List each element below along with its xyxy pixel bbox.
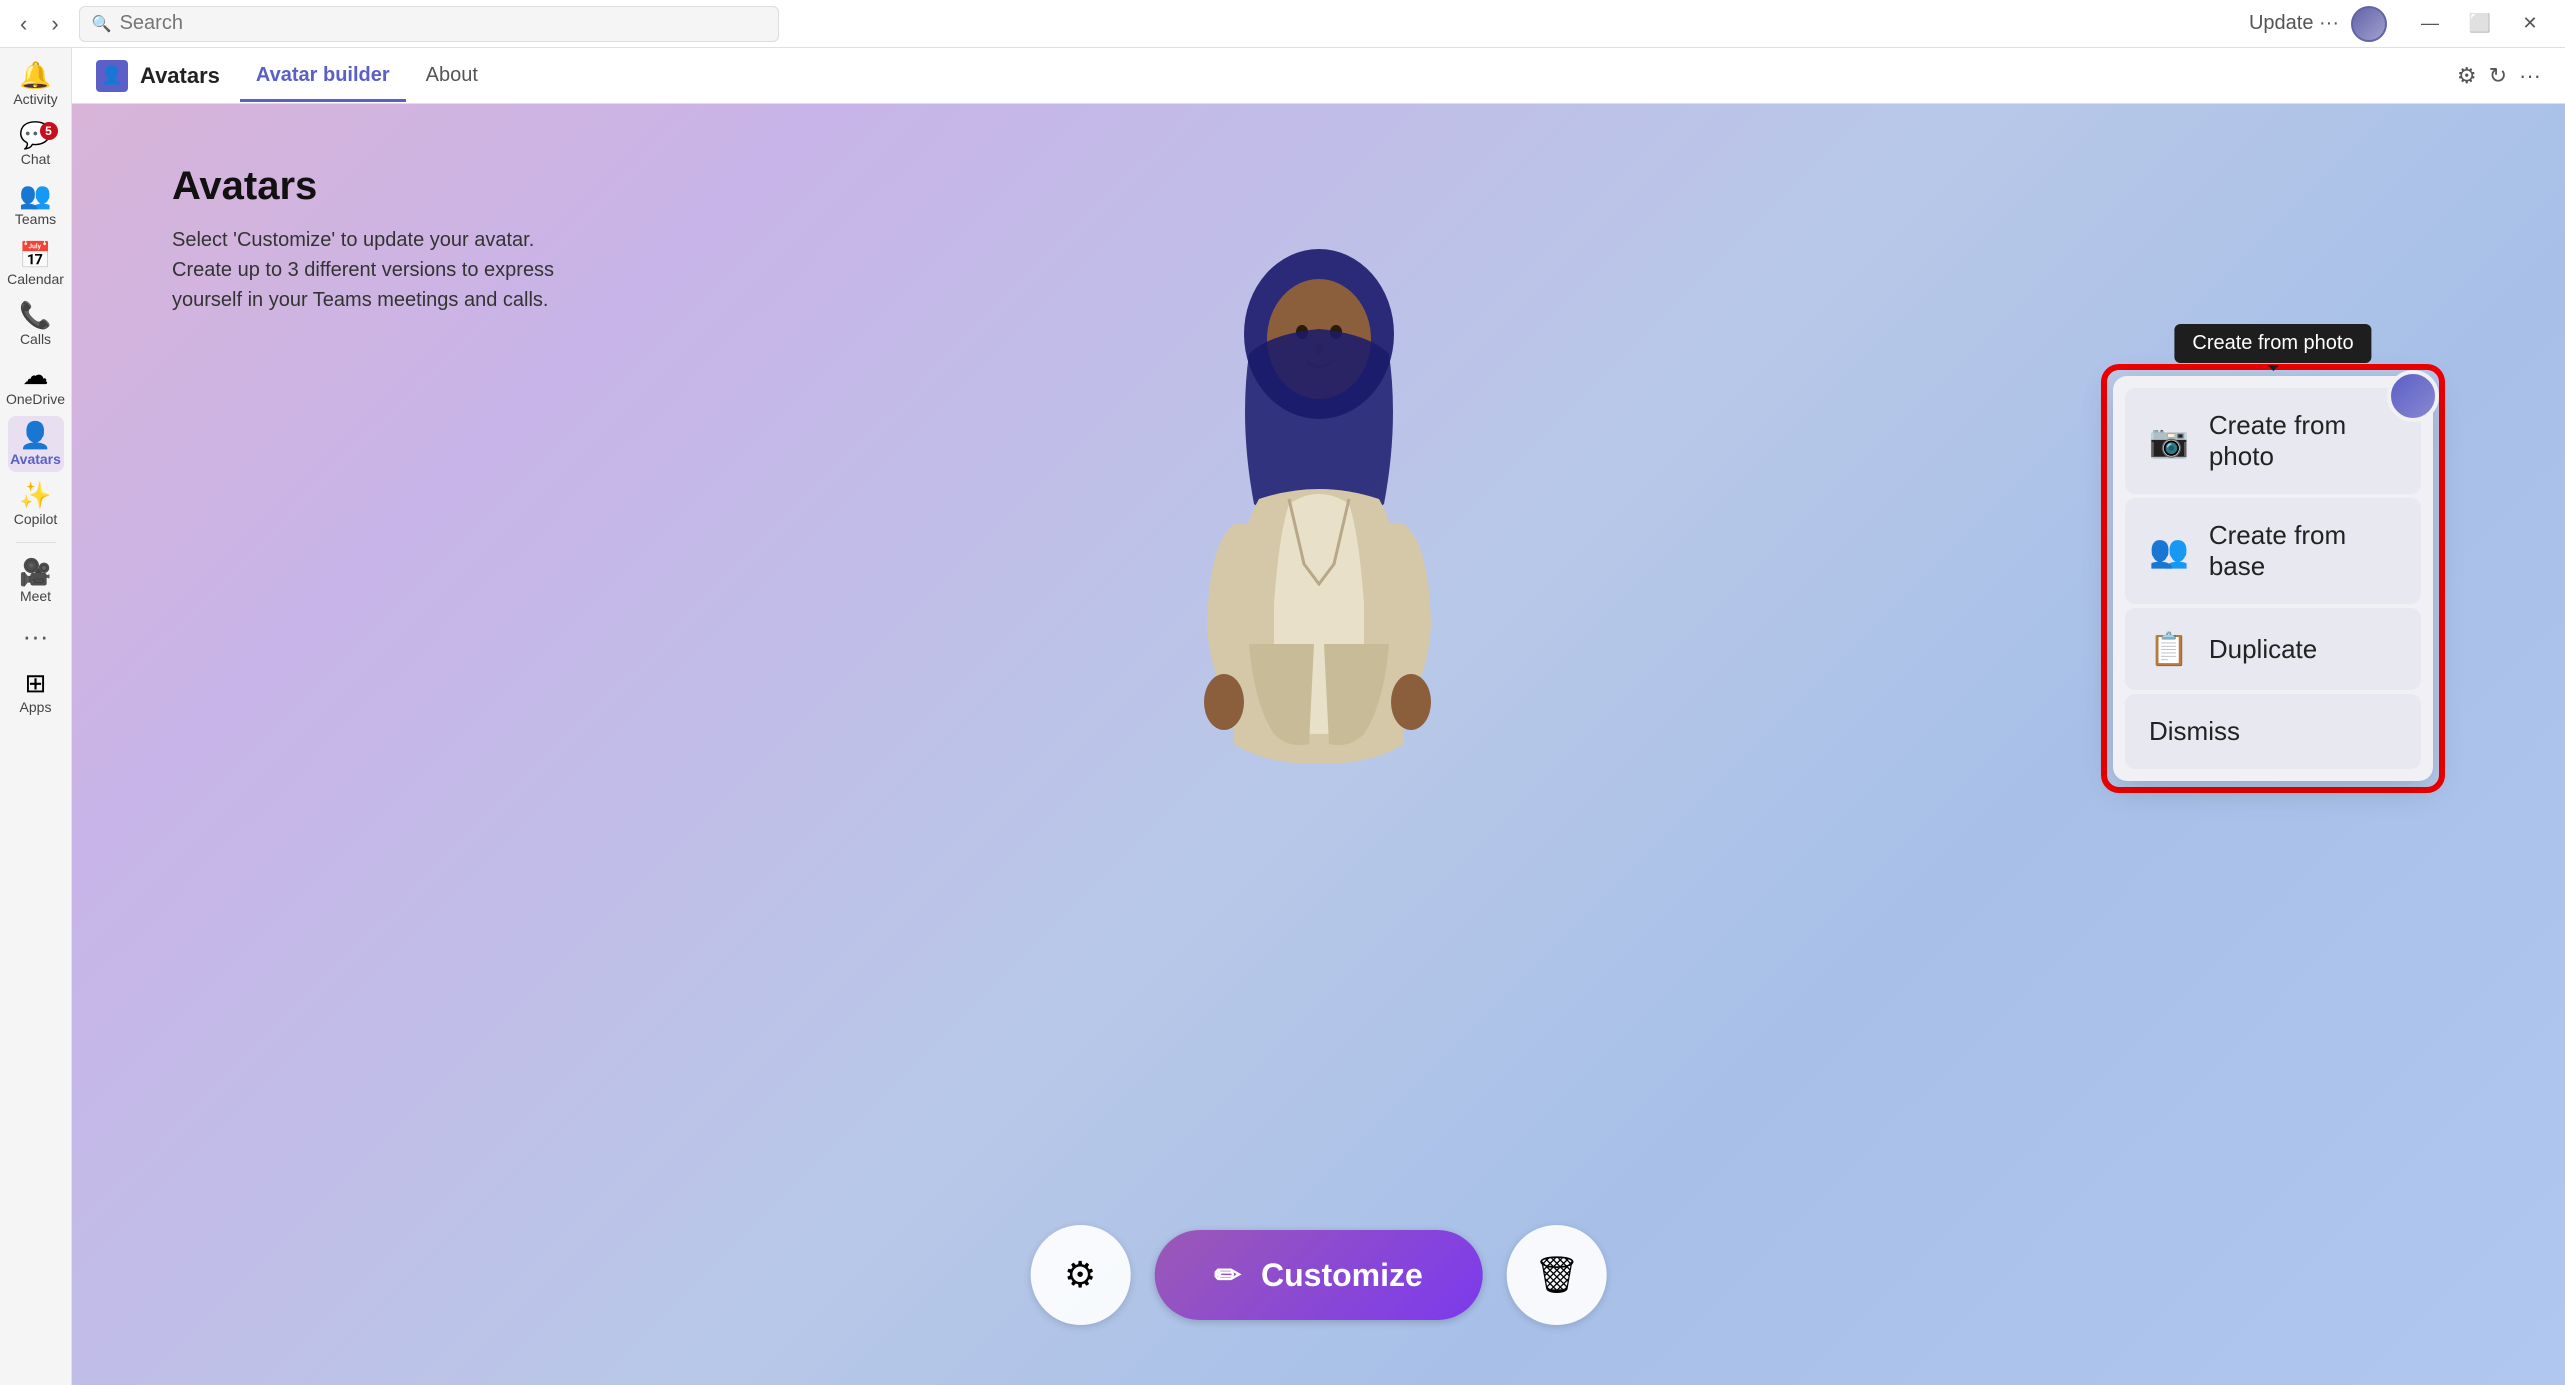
sidebar-item-label: Avatars <box>10 451 61 467</box>
sidebar-item-label: Calendar <box>7 271 64 287</box>
minimize-button[interactable]: — <box>2407 8 2453 40</box>
customize-icon: ✏ <box>1214 1256 1241 1294</box>
sidebar-item-label: Copilot <box>14 511 58 527</box>
tab-avatar-builder[interactable]: Avatar builder <box>240 52 406 102</box>
meet-icon: 🎥 <box>19 559 51 585</box>
avatars-icon: 👤 <box>19 422 51 448</box>
sidebar-item-avatars[interactable]: 👤 Avatars <box>8 416 64 472</box>
tab-about[interactable]: About <box>410 52 494 102</box>
sidebar-item-label: Teams <box>15 211 56 227</box>
onedrive-icon: ☁ <box>23 362 49 388</box>
teams-icon: 👥 <box>19 182 51 208</box>
create-from-base-label: Create from base <box>2209 520 2397 582</box>
customize-label: Customize <box>1261 1257 1423 1294</box>
sidebar-item-label: Chat <box>21 151 51 167</box>
sidebar-separator <box>16 542 56 543</box>
sidebar-item-label: OneDrive <box>6 391 65 407</box>
app-name-label: Avatars <box>140 63 220 89</box>
customize-button[interactable]: ✏ Customize <box>1154 1230 1483 1320</box>
dismiss-label: Dismiss <box>2149 716 2240 747</box>
app-layout: 🔔 Activity 5 💬 Chat 👥 Teams 📅 Calendar 📞… <box>0 48 2565 1385</box>
sidebar-item-label: Calls <box>20 331 51 347</box>
settings-icon: ⚙ <box>1064 1254 1096 1296</box>
duplicate-icon: 📋 <box>2149 630 2189 668</box>
tabbar-settings-button[interactable]: ⚙ <box>2457 63 2477 89</box>
close-button[interactable]: ✕ <box>2507 8 2553 40</box>
page-title: Avatars <box>172 164 554 209</box>
search-icon: 🔍 <box>92 14 112 34</box>
create-from-base-button[interactable]: 👥 Create from base <box>2125 498 2421 604</box>
context-menu-wrapper: Create from photo 📷 Create from photo 👥 … <box>2101 364 2445 793</box>
sidebar-item-calls[interactable]: 📞 Calls <box>8 296 64 352</box>
context-menu-border: Create from photo 📷 Create from photo 👥 … <box>2101 364 2445 793</box>
bottom-bar: ⚙ ✏ Customize 🗑 <box>1030 1225 1607 1325</box>
titlebar: ‹ › 🔍 Update ··· — ⬜ ✕ <box>0 0 2565 48</box>
delete-button[interactable]: 🗑 <box>1507 1225 1607 1325</box>
avatars-tab-icon: 👤 <box>101 65 123 86</box>
nav-back-button[interactable]: ‹ <box>12 7 35 41</box>
avatar-preview <box>1079 164 1559 864</box>
nav-buttons: ‹ › <box>12 7 67 41</box>
titlebar-right: Update ··· — ⬜ ✕ <box>2249 6 2553 42</box>
settings-button[interactable]: ⚙ <box>1030 1225 1130 1325</box>
tabbar-right: ⚙ ↻ ··· <box>2457 63 2541 89</box>
copilot-icon: ✨ <box>19 482 51 508</box>
duplicate-button[interactable]: 📋 Duplicate <box>2125 608 2421 690</box>
activity-icon: 🔔 <box>19 62 51 88</box>
content-area: Avatars Select 'Customize' to update you… <box>72 104 2565 1385</box>
sidebar-more-button[interactable]: ··· <box>15 613 57 660</box>
search-input[interactable] <box>120 12 766 35</box>
sidebar-item-copilot[interactable]: ✨ Copilot <box>8 476 64 532</box>
avatar-svg <box>1159 224 1479 804</box>
camera-icon: 📷 <box>2149 422 2189 460</box>
maximize-button[interactable]: ⬜ <box>2457 8 2503 40</box>
sidebar: 🔔 Activity 5 💬 Chat 👥 Teams 📅 Calendar 📞… <box>0 48 72 1385</box>
calendar-icon: 📅 <box>19 242 51 268</box>
sidebar-item-calendar[interactable]: 📅 Calendar <box>8 236 64 292</box>
sidebar-item-label: Meet <box>20 588 51 604</box>
sidebar-item-chat[interactable]: 5 💬 Chat <box>8 116 64 172</box>
sidebar-item-activity[interactable]: 🔔 Activity <box>8 56 64 112</box>
sidebar-item-label: Activity <box>13 91 57 107</box>
user-avatar[interactable] <box>2351 6 2387 42</box>
delete-icon: 🗑 <box>1534 1254 1580 1296</box>
sidebar-item-meet[interactable]: 🎥 Meet <box>8 553 64 609</box>
sidebar-item-label: Apps <box>20 699 52 715</box>
context-menu: Create from photo 📷 Create from photo 👥 … <box>2113 376 2433 781</box>
calls-icon: 📞 <box>19 302 51 328</box>
tooltip-label: Create from photo <box>2174 324 2371 363</box>
create-from-photo-label: Create from photo <box>2209 410 2397 472</box>
app-tab-icon: 👤 <box>96 60 128 92</box>
apps-icon: ⊞ <box>25 670 47 696</box>
search-bar[interactable]: 🔍 <box>79 6 779 42</box>
tabbar-more-button[interactable]: ··· <box>2519 63 2541 89</box>
create-from-photo-button[interactable]: 📷 Create from photo <box>2125 388 2421 494</box>
profile-corner-avatar <box>2387 370 2439 422</box>
sidebar-item-onedrive[interactable]: ☁ OneDrive <box>8 356 64 412</box>
nav-forward-button[interactable]: › <box>43 7 66 41</box>
tabbar: 👤 Avatars Avatar builder About ⚙ ↻ ··· <box>72 48 2565 104</box>
window-controls: — ⬜ ✕ <box>2407 8 2553 40</box>
people-icon: 👥 <box>2149 532 2189 570</box>
chat-badge: 5 <box>40 122 58 140</box>
tabbar-refresh-button[interactable]: ↻ <box>2489 63 2507 89</box>
dismiss-button[interactable]: Dismiss <box>2125 694 2421 769</box>
page-title-area: Avatars Select 'Customize' to update you… <box>172 164 554 315</box>
duplicate-label: Duplicate <box>2209 634 2317 665</box>
sidebar-item-teams[interactable]: 👥 Teams <box>8 176 64 232</box>
update-button[interactable]: Update ··· <box>2249 12 2339 35</box>
page-description: Select 'Customize' to update your avatar… <box>172 225 554 315</box>
main-content: 👤 Avatars Avatar builder About ⚙ ↻ ··· A… <box>72 48 2565 1385</box>
sidebar-item-apps[interactable]: ⊞ Apps <box>8 664 64 720</box>
